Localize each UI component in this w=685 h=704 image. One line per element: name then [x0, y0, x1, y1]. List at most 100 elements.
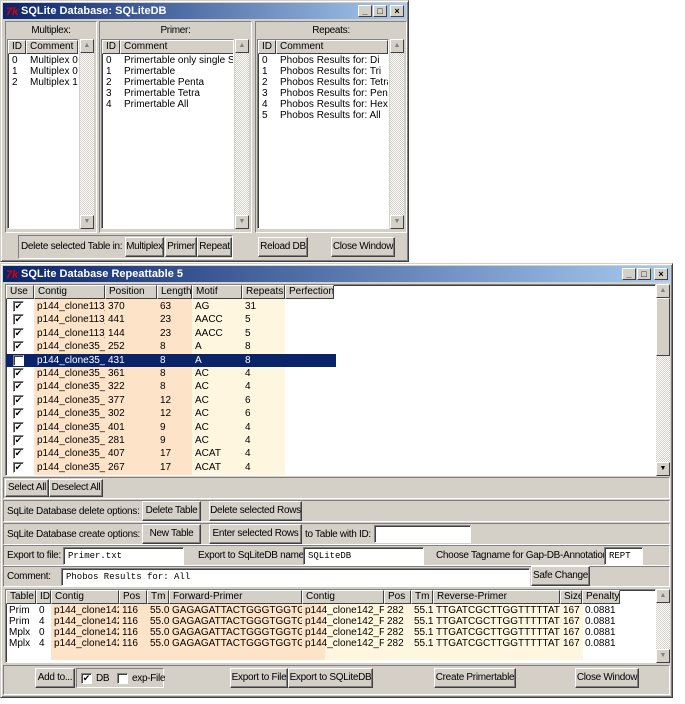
list-cell[interactable]: 1 — [9, 66, 27, 77]
column-header[interactable]: Tm — [411, 590, 433, 604]
scroll-down-arrow[interactable]: ▼ — [80, 215, 94, 229]
scroll-up-arrow[interactable]: ▲ — [80, 39, 94, 53]
close-button[interactable]: × — [654, 268, 668, 280]
close-window-button[interactable]: Close Window — [331, 237, 395, 257]
close-window-button[interactable]: Close Window — [575, 668, 639, 688]
column-header[interactable]: ID — [8, 40, 26, 54]
scroll-thumb[interactable] — [656, 298, 670, 356]
column-header[interactable]: Contig — [34, 285, 105, 299]
list-cell[interactable]: 0 — [259, 55, 277, 66]
column-header[interactable]: Length — [157, 285, 192, 299]
column-header[interactable]: Forward-Primer — [169, 590, 302, 604]
column-header[interactable]: Pos — [119, 590, 147, 604]
repeats-listbox[interactable]: ID Comment 0 Phobos Results for: Di 1 Phobos … — [257, 39, 389, 229]
column-header[interactable]: Penalty — [582, 590, 620, 604]
export-to-file-button[interactable]: Export to File — [230, 668, 288, 688]
scroll-up-arrow[interactable]: ▲ — [656, 589, 670, 603]
use-checkbox[interactable]: ✔ — [13, 368, 24, 379]
scroll-up-arrow[interactable]: ▲ — [235, 39, 249, 53]
use-checkbox[interactable]: ✔ — [13, 448, 24, 460]
list-cell[interactable]: Phobos Results for: Tri — [277, 66, 388, 77]
create-primertable-button[interactable]: Create Primertable — [434, 668, 516, 688]
delete-selected-rows-button[interactable]: Delete selected Rows — [209, 501, 302, 521]
list-cell[interactable]: Primertable Tetra — [121, 88, 233, 99]
table-row[interactable]: ✔ p144_clone113_F441 23 AACC 5 — [6, 313, 334, 326]
primer-listbox[interactable]: IDComment0Primertable only single SSR1Pr… — [101, 39, 234, 229]
column-header[interactable]: Perfection — [285, 285, 334, 299]
export-file-input[interactable]: Primer.txt — [63, 547, 184, 565]
table-row[interactable]: ✔ p144_clone35_R361 8 AC 4 — [6, 367, 334, 380]
add-to-button[interactable]: Add to... — [35, 668, 75, 688]
scroll-up-arrow[interactable]: ▲ — [390, 39, 404, 53]
column-header[interactable]: Tm — [147, 590, 169, 604]
list-cell[interactable]: Primertable only single SSR — [121, 55, 233, 66]
table-row[interactable]: ✔ p144_clone113_R370 63 AG 31 — [6, 300, 334, 313]
delete-primer-button[interactable]: Primer — [165, 237, 197, 257]
use-checkbox[interactable]: ✔ — [13, 408, 24, 420]
delete-multiplex-button[interactable]: Multiplex — [125, 237, 164, 257]
column-header[interactable]: Table — [6, 590, 36, 604]
use-checkbox[interactable]: ✔ — [13, 381, 24, 393]
column-header[interactable]: Comment — [120, 40, 233, 54]
column-header[interactable]: ID — [258, 40, 276, 54]
list-cell[interactable]: 2 — [9, 77, 27, 88]
column-header[interactable]: Reverse-Primer — [433, 590, 560, 604]
repeat-table[interactable]: Use Contig Position Length Motif Repeats Perfe… — [5, 284, 656, 476]
list-cell[interactable]: 2 — [259, 77, 277, 88]
list-cell[interactable]: 3 — [259, 88, 277, 99]
column-header[interactable]: Contig — [302, 590, 384, 604]
list-cell[interactable]: Phobos Results for: Penta — [277, 88, 388, 99]
primer-table-scrollbar[interactable]: ▲ ▼ — [656, 589, 670, 663]
maximize-button[interactable]: □ — [373, 5, 387, 17]
list-cell[interactable]: 0 — [9, 55, 27, 66]
list-cell[interactable]: 5 — [259, 110, 277, 121]
column-header[interactable]: Comment — [276, 40, 388, 54]
table-row[interactable]: ✔ p144_clone35_F 281 9 AC 4 — [6, 434, 334, 447]
list-cell[interactable]: Phobos Results for: Di — [277, 55, 388, 66]
list-cell[interactable]: Primertable — [121, 66, 233, 77]
use-checkbox[interactable]: ✔ — [13, 341, 24, 353]
export-to-sqlitedb-button[interactable]: Export to SQLiteDB — [288, 668, 373, 688]
list-cell[interactable]: Multiplex 0 — [27, 66, 78, 77]
column-header[interactable]: Repeats — [242, 285, 285, 299]
column-header[interactable]: Comment — [26, 40, 78, 54]
close-button[interactable]: × — [390, 5, 404, 17]
list-cell[interactable]: 4 — [103, 99, 121, 110]
use-checkbox[interactable]: ✔ — [13, 314, 24, 326]
window-title-bar[interactable]: 7k SQLite Database Repeattable 5 _ □ × — [3, 266, 670, 282]
exp-file-checkbox[interactable] — [117, 673, 128, 684]
use-checkbox[interactable]: ✔ — [13, 461, 24, 473]
delete-repeat-button[interactable]: Repeat — [197, 237, 232, 257]
scroll-up-arrow[interactable]: ▲ — [656, 284, 670, 298]
scroll-down-arrow[interactable]: ▼ — [390, 215, 404, 229]
table-row[interactable]: ✔ p144_clone35_F 302 12 AC 6 — [6, 407, 334, 420]
list-cell[interactable]: Multiplex 1 — [27, 77, 78, 88]
new-table-button[interactable]: New Table — [142, 524, 201, 544]
select-all-button[interactable]: Select All — [5, 479, 49, 497]
table-row[interactable]: ✔ p144_clone35_R252 8 A 8 — [6, 340, 334, 353]
repeats-scrollbar[interactable]: ▲ ▼ — [390, 39, 404, 229]
multiplex-scrollbar[interactable]: ▲ ▼ — [80, 39, 94, 229]
table-row[interactable]: ✔ p144_clone35_R401 9 AC 4 — [6, 421, 334, 434]
maximize-button[interactable]: □ — [637, 268, 651, 280]
save-change-button[interactable]: Safe Change — [531, 566, 590, 586]
table-row[interactable]: ✔ p144_clone35_F 431 8 A 8 — [6, 353, 336, 367]
primer-scrollbar[interactable]: ▲ ▼ — [235, 39, 249, 229]
scroll-down-arrow[interactable]: ▼ — [656, 462, 670, 476]
column-header[interactable]: Use — [6, 285, 34, 299]
column-header[interactable]: Position — [105, 285, 157, 299]
list-cell[interactable]: Multiplex 0 — [27, 55, 78, 66]
column-header[interactable]: ID — [102, 40, 120, 54]
window-title-bar[interactable]: 7k SQLite Database: SQLiteDB _ □ × — [3, 3, 406, 19]
use-checkbox[interactable]: ✔ — [13, 354, 24, 366]
table-row[interactable]: Prim0p144_clone142_F11655.0GAGAGATTACTGG… — [6, 605, 626, 616]
comment-input[interactable]: Phobos Results for: All — [61, 568, 530, 586]
use-checkbox[interactable]: ✔ — [13, 421, 24, 433]
list-cell[interactable]: Primertable Penta — [121, 77, 233, 88]
table-id-input[interactable] — [374, 525, 471, 543]
deselect-all-button[interactable]: Deselect All — [49, 479, 103, 497]
delete-table-button[interactable]: Delete Table — [142, 501, 201, 521]
enter-selected-rows-button[interactable]: Enter selected Rows — [209, 524, 302, 544]
tagname-input[interactable]: REPT — [604, 547, 643, 565]
list-cell[interactable]: 2 — [103, 77, 121, 88]
